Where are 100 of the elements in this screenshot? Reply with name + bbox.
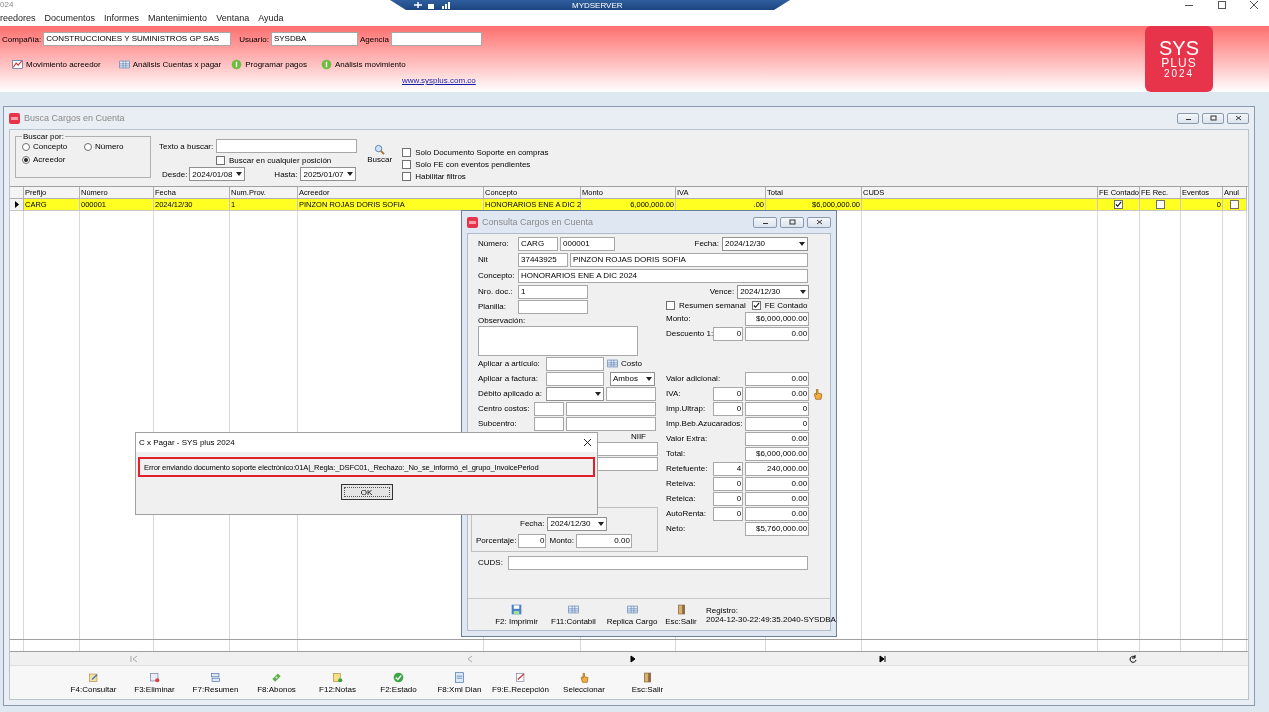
checkbox[interactable]	[1230, 200, 1239, 209]
menu-item[interactable]: Mantenimiento	[148, 13, 208, 23]
toolbar-button[interactable]: Esc:Salir	[617, 671, 678, 694]
toolbar-button[interactable]: F2: Imprimir	[488, 603, 545, 626]
toolbar-button[interactable]: F2:Estado	[368, 671, 429, 694]
checkbox[interactable]: Buscar en cualquier posición	[216, 155, 332, 165]
checkbox[interactable]	[1114, 200, 1123, 209]
dropdown-caret-icon[interactable]	[595, 391, 601, 396]
toolbar-button[interactable]: F8:Abonos	[246, 671, 307, 694]
text-field[interactable]	[546, 371, 604, 386]
dropdown-caret-icon[interactable]	[800, 289, 807, 294]
close-icon[interactable]	[1250, 1, 1258, 9]
text-field[interactable]: 0.00	[745, 431, 810, 446]
toolbar-button[interactable]: Replica Cargo	[602, 603, 662, 626]
menu-item[interactable]: reedores	[0, 13, 36, 23]
date-field[interactable]: 2025/01/07	[300, 167, 357, 181]
radio-button[interactable]: Número	[84, 142, 144, 151]
text-field[interactable]: 0	[713, 386, 744, 401]
dropdown-caret-icon[interactable]	[598, 521, 605, 526]
text-field[interactable]: 0	[518, 533, 547, 548]
text-field[interactable]: CONSTRUCCIONES Y SUMINISTROS GP SAS	[43, 32, 232, 46]
dropdown-caret-icon[interactable]	[347, 172, 354, 176]
text-field[interactable]	[508, 555, 808, 570]
text-field[interactable]	[546, 356, 604, 371]
refresh-icon[interactable]	[1129, 654, 1137, 663]
search-text-field[interactable]	[216, 139, 358, 153]
menu-item[interactable]: Ventana	[216, 13, 250, 23]
checkbox[interactable]	[1155, 200, 1165, 209]
maximize-button[interactable]	[780, 216, 804, 228]
menu-item[interactable]: Informes	[104, 13, 140, 23]
date-field[interactable]: 2024/12/30	[737, 284, 810, 299]
text-field[interactable]: 240,000.00	[745, 461, 810, 476]
text-field[interactable]	[606, 386, 656, 401]
dropdown-caret-icon[interactable]	[646, 376, 652, 381]
text-field[interactable]: PINZON ROJAS DORIS SOFIA	[570, 252, 808, 267]
text-field[interactable]: 37443925	[518, 252, 568, 267]
text-field[interactable]: 0.00	[745, 386, 810, 401]
menu-item[interactable]: Ayuda	[258, 13, 284, 23]
dropdown-caret-icon[interactable]	[236, 172, 243, 176]
checkbox[interactable]: FE Contado	[751, 300, 808, 310]
text-field[interactable]: 0.00	[575, 533, 632, 548]
checkbox[interactable]: Resumen semanal	[666, 300, 746, 310]
text-field[interactable]	[518, 299, 588, 314]
text-field[interactable]: $6,000,000.00	[745, 446, 810, 461]
text-field[interactable]: 000001	[560, 236, 615, 251]
website-link[interactable]: www.sysplus.com.co	[402, 76, 476, 85]
checkbox[interactable]: Solo Documento Soporte en compras	[402, 148, 549, 157]
date-field[interactable]: 2024/01/08	[189, 167, 246, 181]
last-icon[interactable]	[879, 654, 887, 663]
minimize-button[interactable]	[1177, 112, 1199, 124]
toolbar-button[interactable]: F12:Notas	[307, 671, 368, 694]
text-field[interactable]: $5,760,000.00	[745, 521, 810, 536]
dropdown-caret-icon[interactable]	[799, 241, 805, 246]
date-field[interactable]: Ambos	[610, 371, 655, 386]
maximize-icon[interactable]	[1218, 1, 1226, 9]
toolbar-button[interactable]: F9:E.Recepción	[490, 671, 551, 694]
radio-button[interactable]: Concepto	[22, 142, 84, 151]
text-field[interactable]: 0	[713, 491, 744, 506]
text-field[interactable]: 0	[713, 326, 744, 341]
text-field[interactable]: SYSDBA	[270, 32, 358, 46]
text-field[interactable]	[390, 32, 482, 46]
text-field[interactable]: 0.00	[745, 491, 810, 506]
text-field[interactable]	[566, 401, 656, 416]
toolbar-button[interactable]: Movimiento acreedor	[12, 58, 101, 70]
text-field[interactable]: 1	[518, 284, 588, 299]
text-field[interactable]: 0.00	[745, 476, 810, 491]
text-field[interactable]: 0.00	[745, 371, 810, 386]
dropdown-field[interactable]	[546, 386, 604, 401]
toolbar-button[interactable]: F3:Eliminar	[124, 671, 185, 694]
text-field[interactable]: $6,000,000.00	[745, 311, 810, 326]
toolbar-button[interactable]: Análisis movimiento	[321, 58, 406, 70]
maximize-button[interactable]	[1202, 112, 1224, 124]
minimize-button[interactable]	[753, 216, 777, 228]
text-field[interactable]: 0	[713, 506, 744, 521]
text-field[interactable]: CARG	[518, 236, 558, 251]
checkbox[interactable]: Habilitar filtros	[402, 172, 549, 181]
search-button[interactable]: Buscar	[367, 144, 393, 168]
text-field[interactable]: 0	[745, 401, 810, 416]
toolbar-button[interactable]: F7:Resumen	[185, 671, 246, 694]
toolbar-button[interactable]: Esc:Salir	[662, 603, 700, 626]
toolbar-button[interactable]: Análisis Cuentas x pagar	[118, 58, 222, 70]
checkbox[interactable]: Solo FE con eventos pendientes	[402, 160, 549, 169]
text-field[interactable]: 0	[713, 401, 744, 416]
text-field[interactable]	[566, 416, 656, 431]
observation-field[interactable]	[478, 326, 638, 356]
ok-button[interactable]: OK	[340, 484, 393, 500]
session-icons-drawing[interactable]	[412, 1, 452, 9]
toolbar-button[interactable]: F11:Contabil	[545, 603, 602, 626]
menu-item[interactable]: Documentos	[44, 13, 96, 23]
text-field[interactable]: 0.00	[745, 506, 810, 521]
text-field[interactable]: 4	[713, 461, 744, 476]
toolbar-button[interactable]: F4:Consultar	[63, 671, 124, 694]
text-field[interactable]: 0.00	[745, 326, 810, 341]
text-field[interactable]	[534, 401, 564, 416]
text-field[interactable]: HONORARIOS ENE A DIC 2024	[518, 268, 808, 283]
text-field[interactable]: 0	[713, 476, 744, 491]
date-field[interactable]: 2024/12/30	[547, 516, 608, 531]
toolbar-button[interactable]: Programar pagos	[231, 58, 307, 70]
text-field[interactable]: 0	[745, 416, 810, 431]
date-field[interactable]: 2024/12/30	[722, 236, 808, 251]
